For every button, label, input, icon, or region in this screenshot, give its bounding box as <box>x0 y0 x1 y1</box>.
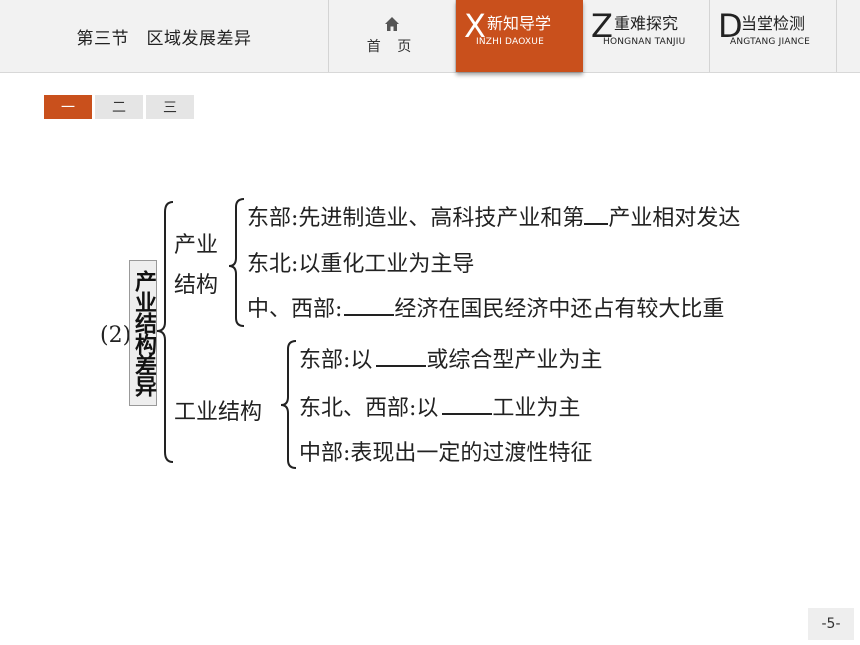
branch-industry-label-1: 产业 <box>174 233 219 258</box>
brace-industry <box>228 198 245 327</box>
leaf-east-industry: 东部:先进制造业、高科技产业和第 产业相对发达 <box>247 203 740 232</box>
leaf-central-west-industry: 中、西部: 经济在国民经济中还占有较大比重 <box>247 294 724 323</box>
brace-manufacturing <box>280 340 297 469</box>
blank-4 <box>442 393 493 415</box>
leaf-northeast-west-manufacturing: 东北、西部:以 工业为主 <box>299 393 580 422</box>
branch-manufacturing-label: 工业结构 <box>174 400 263 425</box>
leaf-central-manufacturing: 中部:表现出一定的过渡性特征 <box>299 441 593 466</box>
branch-industry-label-2: 结构 <box>174 273 219 298</box>
page-number: -5- <box>808 608 854 640</box>
leaf-northeast-industry: 东北:以重化工业为主导 <box>247 252 475 277</box>
blank-1 <box>584 203 609 225</box>
brace-main <box>156 201 174 463</box>
blank-3 <box>376 345 427 367</box>
leaf-east-manufacturing: 东部:以 或综合型产业为主 <box>299 345 602 374</box>
blank-2 <box>344 294 395 316</box>
